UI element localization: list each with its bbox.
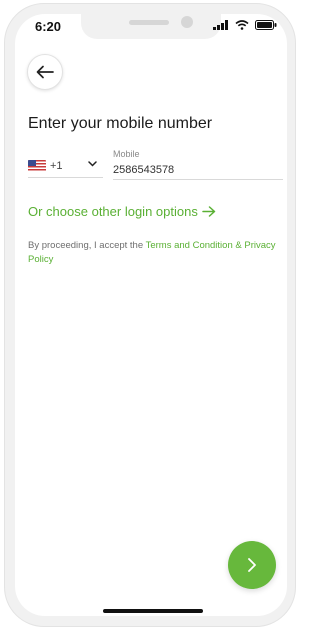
terms-prefix: By proceeding, I accept the [28,240,146,251]
other-login-options-link[interactable]: Or choose other login options [28,204,216,219]
dial-code: +1 [50,159,63,172]
front-camera [181,16,193,28]
chevron-down-icon [88,161,97,167]
battery-icon [255,20,277,30]
status-time: 6:20 [35,19,62,34]
back-button[interactable] [27,54,63,90]
device-notch [81,14,221,39]
terms-text: By proceeding, I accept the Terms and Co… [28,239,278,267]
arrow-right-icon [202,206,216,217]
chevron-right-icon [248,558,256,572]
next-button[interactable] [228,541,276,589]
phone-frame: 6:20 Enter your mobile number +1 Mobile … [4,3,296,627]
other-login-options-label: Or choose other login options [28,204,198,219]
status-icons [213,20,277,30]
arrow-left-icon [36,65,54,79]
page-title: Enter your mobile number [28,115,213,132]
terms-link[interactable]: Terms and Condition [146,240,233,251]
mobile-number-input[interactable] [113,160,283,180]
speaker-grille [129,20,169,25]
terms-joiner: & [232,240,245,251]
home-indicator [103,609,203,613]
us-flag-icon [28,159,46,172]
app-screen: 6:20 Enter your mobile number +1 Mobile … [15,14,287,616]
signal-icon [213,20,228,30]
wifi-icon [235,20,249,30]
country-code-selector[interactable]: +1 [28,154,103,178]
mobile-label: Mobile [113,149,140,159]
